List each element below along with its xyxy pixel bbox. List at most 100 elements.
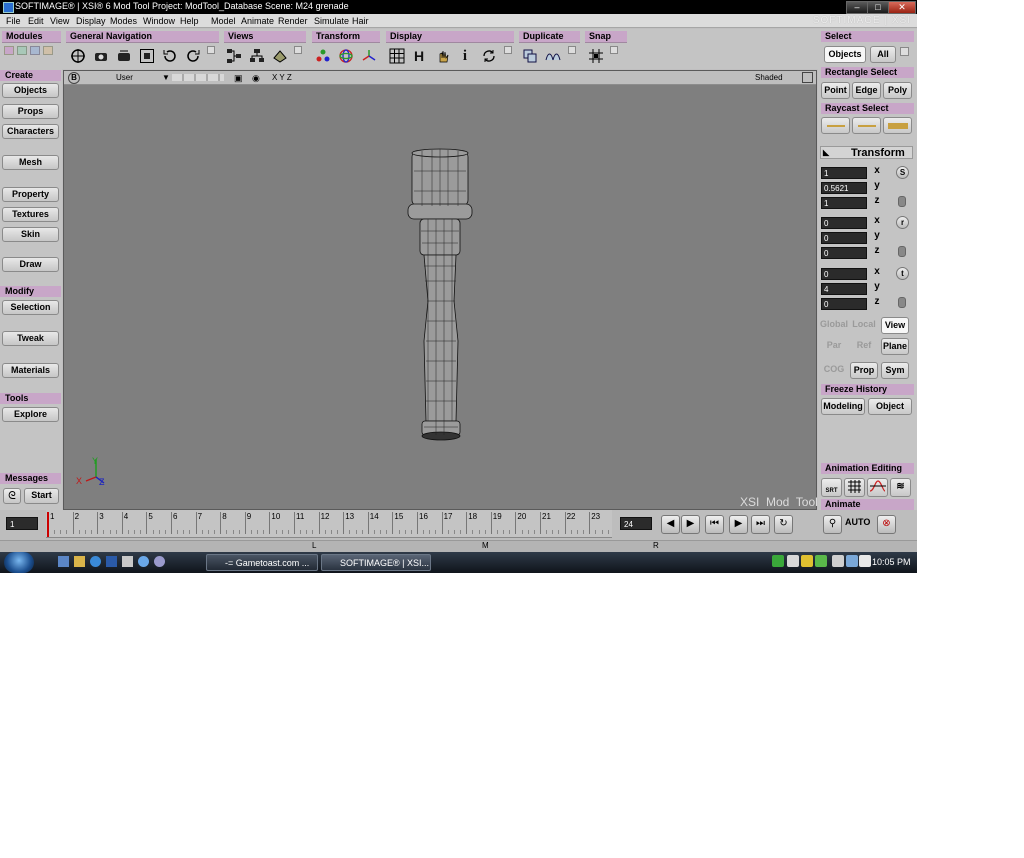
global-mode-button[interactable]: Global [820,317,848,334]
frame-all-icon[interactable] [136,45,156,65]
rotate-x-label[interactable]: x [870,215,884,227]
view-mode-button[interactable]: View [881,317,909,334]
refresh-display-icon[interactable] [478,45,498,65]
3d-viewport[interactable]: B User ▼ ▣ ◉ X Y Z Shaded Y X Z XSI Mod … [63,70,818,510]
plane-mode-button[interactable]: Plane [881,338,909,355]
translate-z-label[interactable]: z [870,296,884,308]
viewport-visibility-toggles[interactable] [172,74,224,81]
navigation-tool-icon[interactable] [67,45,87,65]
create-mesh-button[interactable]: Mesh [2,155,59,170]
rotate-z-field[interactable]: 0 [821,247,867,259]
menu-view[interactable]: View [50,16,69,26]
modify-materials-button[interactable]: Materials [2,363,59,378]
create-property-button[interactable]: Property [2,187,59,202]
rotate-y-field[interactable]: 0 [821,232,867,244]
scale-x-field[interactable]: 1 [821,167,867,179]
module-model-button[interactable] [4,46,14,55]
show-desktop-icon[interactable] [58,556,69,567]
info-icon[interactable]: i [455,45,475,65]
menu-window[interactable]: Window [143,16,175,26]
fcurve-editor-icon[interactable] [867,478,888,497]
local-mode-button[interactable]: Local [850,317,878,334]
delete-key-button[interactable]: ⊗ [877,515,896,534]
timeline-playhead[interactable] [47,512,49,537]
first-frame-button[interactable]: ⏮ [705,515,724,534]
tray-network-icon[interactable] [772,555,784,567]
viewport-axes-label[interactable]: X Y Z [272,73,292,82]
animation-layers-icon[interactable]: ≋ [890,478,911,497]
viewport-letter[interactable]: B [68,72,80,84]
render-region-icon[interactable] [269,45,289,65]
end-frame-field[interactable]: 24 [620,517,652,530]
display-options-toggle[interactable] [504,46,512,54]
translate-y-label[interactable]: y [870,281,884,293]
rotate-x-field[interactable]: 0 [821,217,867,229]
raycast-edge-icon[interactable] [852,117,881,134]
dolly-camera-icon[interactable] [113,45,133,65]
menu-display[interactable]: Display [76,16,106,26]
collapse-arrow-icon[interactable]: ◣ [823,147,829,159]
raycast-point-icon[interactable] [821,117,850,134]
create-textures-button[interactable]: Textures [2,207,59,222]
rotate-z-label[interactable]: z [870,245,884,257]
messenger-icon[interactable] [138,556,149,567]
minimize-button[interactable]: – [846,1,868,14]
translate-lock-icon[interactable] [898,297,906,308]
scale-mode-button[interactable]: S [896,166,909,179]
translate-x-field[interactable]: 0 [821,268,867,280]
tray-device-icon[interactable] [787,555,799,567]
par-mode-button[interactable]: Par [820,338,848,355]
script-editor-icon[interactable]: ᘓ [3,488,21,504]
camera-icon[interactable]: ▣ [234,73,243,84]
menu-hair[interactable]: Hair [352,16,369,26]
camera-menu[interactable]: User [116,73,133,82]
freeze-modeling-button[interactable]: Modeling [821,398,865,415]
rotate-mode-button[interactable]: r [896,216,909,229]
schematic-view-icon[interactable] [223,45,243,65]
menu-simulate[interactable]: Simulate [314,16,349,26]
point-select-button[interactable]: Point [821,82,850,99]
raycast-poly-icon[interactable] [883,117,912,134]
translate-x-label[interactable]: x [870,266,884,278]
undo-camera-icon[interactable] [182,45,202,65]
select-objects-button[interactable]: Objects [824,46,866,63]
scale-y-field[interactable]: 0.5621 [821,182,867,194]
srt-key-icon[interactable]: SRT [821,478,842,497]
translate-manipulator-icon[interactable] [358,45,378,65]
freeze-object-button[interactable]: Object [868,398,912,415]
loop-button[interactable]: ↻ [774,515,793,534]
last-frame-button[interactable]: ⏭ [751,515,770,534]
maximize-viewport-icon[interactable] [802,72,813,83]
prop-button[interactable]: Prop [850,362,878,379]
clone-icon[interactable] [542,45,562,65]
sym-button[interactable]: Sym [881,362,909,379]
tools-explore-button[interactable]: Explore [2,407,59,422]
translate-y-field[interactable]: 4 [821,283,867,295]
explorer-view-icon[interactable] [246,45,266,65]
orbit-camera-icon[interactable] [90,45,110,65]
module-render-button[interactable] [30,46,40,55]
module-animate-button[interactable] [17,46,27,55]
word-icon[interactable] [106,556,117,567]
auto-key-button[interactable]: AUTO [845,517,870,527]
internet-explorer-icon[interactable] [90,556,101,567]
select-all-button[interactable]: All [870,46,896,63]
snap-options-toggle[interactable] [610,46,618,54]
windows-start-orb[interactable] [4,552,34,573]
media-icon[interactable] [154,556,165,567]
reset-camera-icon[interactable] [159,45,179,65]
taskbar-softimage-window[interactable]: SOFTIMAGE® | XSI... [321,554,431,571]
maximize-button[interactable]: □ [867,1,889,14]
menu-animate[interactable]: Animate [241,16,274,26]
duplicate-icon[interactable] [519,45,539,65]
tray-monitor-icon[interactable] [832,555,844,567]
rotate-y-label[interactable]: y [870,230,884,242]
modify-tweak-button[interactable]: Tweak [2,331,59,346]
rotate-manipulator-icon[interactable] [335,45,355,65]
ref-mode-button[interactable]: Ref [850,338,878,355]
current-frame-field[interactable]: 1 [6,517,38,530]
camera-dropdown-icon[interactable]: ▼ [162,73,170,82]
menu-edit[interactable]: Edit [28,16,44,26]
translate-z-field[interactable]: 0 [821,298,867,310]
close-button[interactable]: ✕ [888,1,916,14]
